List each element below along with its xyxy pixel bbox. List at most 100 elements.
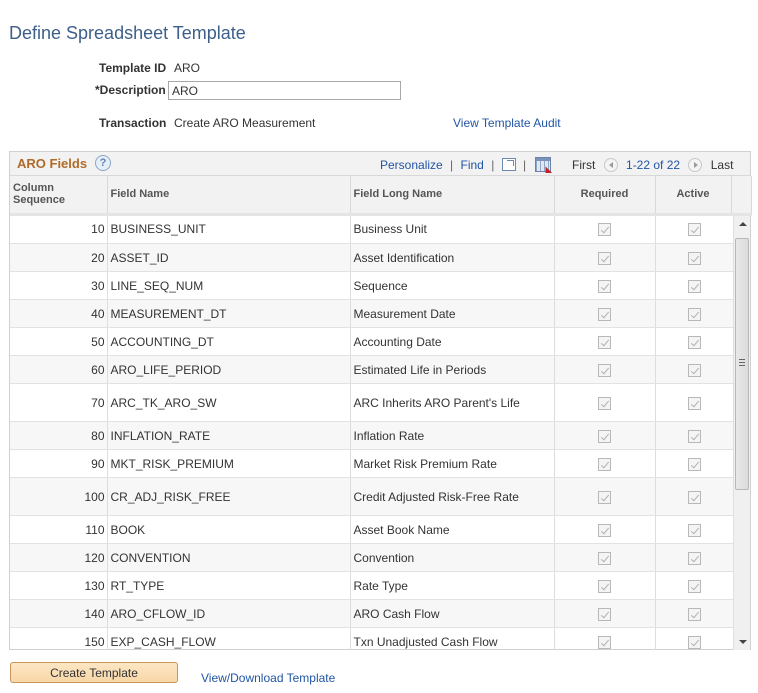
personalize-link[interactable]: Personalize	[380, 158, 443, 172]
required-checkbox[interactable]	[598, 490, 611, 504]
next-icon[interactable]	[688, 157, 703, 172]
active-cell	[655, 571, 735, 600]
required-checkbox[interactable]	[598, 223, 611, 237]
required-checkbox[interactable]	[598, 251, 611, 265]
table-row: 40 MEASUREMENT_DT Measurement Date	[10, 299, 735, 328]
active-checkbox[interactable]	[688, 607, 701, 621]
download-to-spreadsheet-icon[interactable]	[535, 157, 552, 173]
required-checkbox[interactable]	[598, 635, 611, 649]
vertical-scrollbar[interactable]	[733, 215, 750, 650]
view-download-template-link[interactable]: View/Download Template	[201, 671, 335, 685]
required-checkbox[interactable]	[598, 335, 611, 349]
grid-toolbar: ARO Fields ? Personalize | Find | | Firs…	[10, 152, 750, 176]
col-header-active[interactable]: Active	[655, 176, 732, 216]
active-checkbox[interactable]	[688, 363, 701, 377]
required-checkbox[interactable]	[598, 523, 611, 537]
separator: |	[450, 157, 454, 172]
required-cell	[554, 243, 656, 272]
help-icon[interactable]: ?	[95, 155, 111, 171]
active-checkbox[interactable]	[688, 251, 701, 265]
active-checkbox[interactable]	[688, 635, 701, 649]
column-sequence-cell: 40	[10, 299, 108, 328]
create-template-button[interactable]: Create Template	[10, 662, 178, 683]
table-row: 60 ARO_LIFE_PERIOD Estimated Life in Perio…	[10, 355, 735, 384]
column-sequence-cell: 60	[10, 355, 108, 384]
field-name-cell: INFLATION_RATE	[107, 421, 351, 450]
active-checkbox[interactable]	[688, 551, 701, 565]
required-checkbox[interactable]	[598, 457, 611, 471]
required-checkbox[interactable]	[598, 396, 611, 410]
active-checkbox[interactable]	[688, 279, 701, 293]
field-long-name-cell: Asset Identification	[350, 243, 555, 272]
column-sequence-cell: 10	[10, 215, 108, 244]
active-cell	[655, 215, 735, 244]
required-checkbox[interactable]	[598, 279, 611, 293]
col-header-field-name[interactable]: Field Name	[107, 176, 351, 216]
column-sequence-cell: 100	[10, 477, 108, 516]
field-long-name-cell: Asset Book Name	[350, 515, 555, 544]
active-checkbox[interactable]	[688, 396, 701, 410]
required-checkbox[interactable]	[598, 363, 611, 377]
scroll-up-arrow-icon[interactable]	[734, 216, 750, 232]
col-header-sequence[interactable]: Column Sequence	[10, 176, 108, 216]
active-checkbox[interactable]	[688, 429, 701, 443]
grid-column-headers: Column Sequence Field Name Field Long Na…	[10, 176, 752, 216]
active-cell	[655, 327, 735, 356]
new-window-icon[interactable]	[501, 158, 516, 172]
field-name-cell: CONVENTION	[107, 543, 351, 572]
view-template-audit-link[interactable]: View Template Audit	[453, 116, 561, 130]
table-row: 30 LINE_SEQ_NUM Sequence	[10, 271, 735, 300]
table-row: 120 CONVENTION Convention	[10, 543, 735, 572]
previous-icon[interactable]	[603, 157, 618, 172]
required-checkbox[interactable]	[598, 579, 611, 593]
required-checkbox[interactable]	[598, 607, 611, 621]
required-checkbox[interactable]	[598, 307, 611, 321]
required-cell	[554, 627, 656, 650]
find-link[interactable]: Find	[461, 158, 484, 172]
required-checkbox[interactable]	[598, 551, 611, 565]
table-row: 110 BOOK Asset Book Name	[10, 515, 735, 544]
pager-range: 1-22 of 22	[626, 157, 681, 172]
active-cell	[655, 477, 735, 516]
separator: |	[523, 157, 527, 172]
page-title: Define Spreadsheet Template	[9, 23, 246, 44]
field-long-name-cell: Market Risk Premium Rate	[350, 449, 555, 478]
field-name-cell: BOOK	[107, 515, 351, 544]
active-checkbox[interactable]	[688, 490, 701, 504]
field-name-cell: LINE_SEQ_NUM	[107, 271, 351, 300]
active-checkbox[interactable]	[688, 307, 701, 321]
required-checkbox[interactable]	[598, 429, 611, 443]
active-checkbox[interactable]	[688, 335, 701, 349]
active-checkbox[interactable]	[688, 457, 701, 471]
description-label: *Description	[95, 83, 166, 97]
scrollbar-thumb[interactable]	[735, 237, 749, 490]
required-cell	[554, 299, 656, 328]
active-checkbox[interactable]	[688, 223, 701, 237]
description-input[interactable]	[168, 81, 401, 100]
active-checkbox[interactable]	[688, 579, 701, 593]
grid-title: ARO Fields	[17, 156, 88, 171]
column-sequence-cell: 130	[10, 571, 108, 600]
active-checkbox[interactable]	[688, 523, 701, 537]
required-cell	[554, 449, 656, 478]
scroll-down-arrow-icon[interactable]	[734, 634, 750, 650]
table-row: 90 MKT_RISK_PREMIUM Market Risk Premium Ra…	[10, 449, 735, 478]
col-header-required[interactable]: Required	[554, 176, 656, 216]
field-long-name-cell: ARO Cash Flow	[350, 599, 555, 628]
field-long-name-cell: ARC Inherits ARO Parent's Life	[350, 383, 555, 422]
required-cell	[554, 215, 656, 244]
required-cell	[554, 355, 656, 384]
pager-first[interactable]: First	[572, 158, 595, 172]
required-cell	[554, 543, 656, 572]
field-name-cell: ACCOUNTING_DT	[107, 327, 351, 356]
active-cell	[655, 271, 735, 300]
table-row: 80 INFLATION_RATE Inflation Rate	[10, 421, 735, 450]
active-cell	[655, 543, 735, 572]
col-header-long-name[interactable]: Field Long Name	[350, 176, 555, 216]
active-cell	[655, 299, 735, 328]
required-cell	[554, 477, 656, 516]
required-cell	[554, 327, 656, 356]
pager-last[interactable]: Last	[711, 158, 734, 172]
required-cell	[554, 421, 656, 450]
separator: |	[491, 157, 495, 172]
